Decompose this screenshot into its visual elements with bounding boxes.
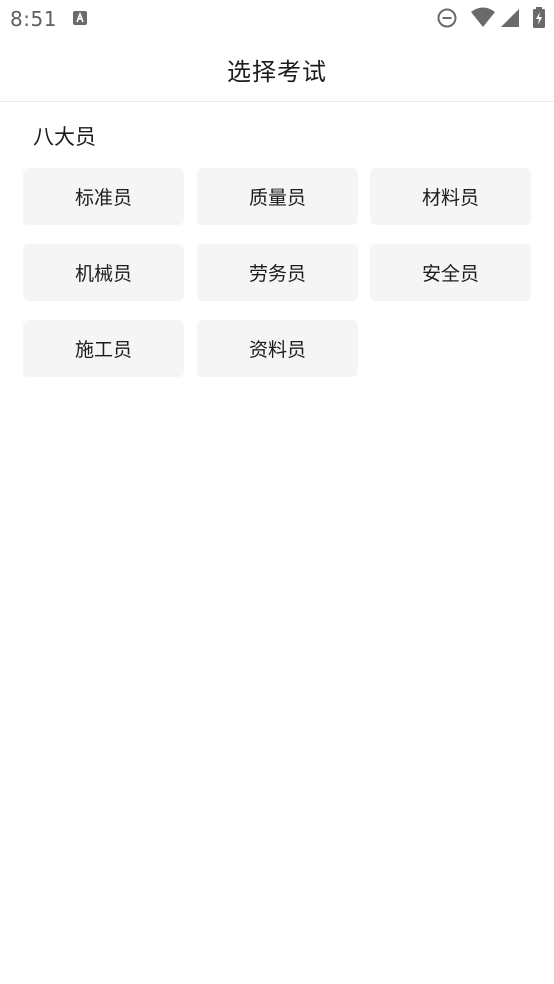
exam-tile-construction[interactable]: 施工员 xyxy=(23,320,184,377)
exam-tile-standard[interactable]: 标准员 xyxy=(23,168,184,225)
exam-tile-quality[interactable]: 质量员 xyxy=(197,168,358,225)
exam-tile-safety[interactable]: 安全员 xyxy=(370,244,531,301)
status-bar: 8:51 xyxy=(0,0,554,36)
page-title: 选择考试 xyxy=(227,58,327,86)
wifi-icon xyxy=(471,7,495,27)
app-bar: 选择考试 xyxy=(0,36,554,102)
section-title: 八大员 xyxy=(33,125,96,149)
exam-tile-material[interactable]: 材料员 xyxy=(370,168,531,225)
status-time: 8:51 xyxy=(10,7,57,31)
cellular-signal-icon xyxy=(501,9,519,27)
exam-tile-labor[interactable]: 劳务员 xyxy=(197,244,358,301)
battery-charging-icon xyxy=(533,7,545,28)
exam-tile-documentation[interactable]: 资料员 xyxy=(197,320,358,377)
do-not-disturb-icon xyxy=(437,8,457,28)
app-notification-icon xyxy=(73,11,87,25)
exam-tile-machinery[interactable]: 机械员 xyxy=(23,244,184,301)
